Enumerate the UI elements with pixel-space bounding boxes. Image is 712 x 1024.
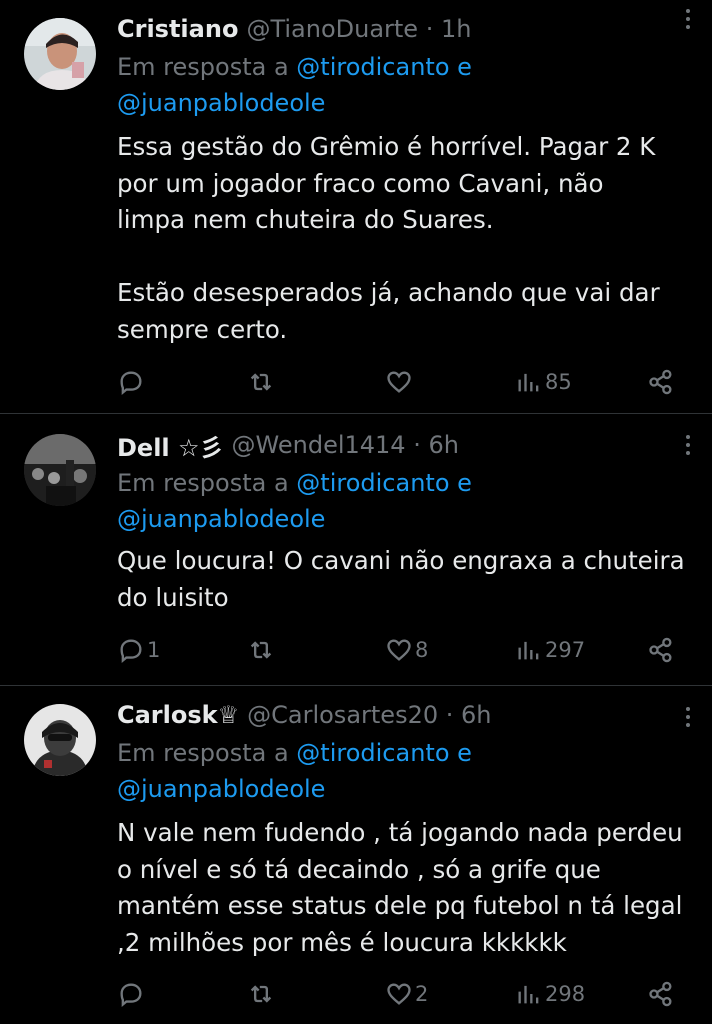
share-button[interactable] [647,980,675,1008]
like-button[interactable]: 8 [385,636,428,664]
like-button[interactable] [385,368,415,396]
handle-and-time[interactable]: @TianoDuarte · 1h [246,15,471,43]
reply-icon [120,371,142,395]
share-icon [649,637,672,663]
reply-button[interactable] [117,980,147,1008]
mention-link[interactable]: @juanpablodeole [117,775,325,803]
retweet-icon [250,985,272,1003]
mention-link[interactable]: @tirodicanto e [296,469,472,497]
like-count: 2 [415,982,429,1006]
tweet-header: Cristiano @TianoDuarte · 1h [117,10,692,48]
tweet-actions: 2 298 [117,976,677,1012]
view-count: 298 [545,982,586,1006]
display-name[interactable]: Carlosk♕ [117,701,239,729]
more-options-button[interactable] [674,702,702,732]
mention-link[interactable]: @juanpablodeole [117,89,325,117]
avatar[interactable] [24,704,96,776]
reply-context: Em resposta a @tirodicanto e @juanpablod… [117,735,692,807]
retweet-icon [250,373,272,391]
share-icon [649,369,672,395]
retweet-button[interactable] [247,368,277,396]
heart-icon [387,639,411,661]
more-options-button[interactable] [674,430,702,460]
tweet-text: Essa gestão do Grêmio é horrível. Pagar … [117,132,660,344]
reply-icon [120,983,142,1007]
share-button[interactable] [647,368,675,396]
views-icon [518,373,539,392]
tweet-text: N vale nem fudendo , tá jogando nada per… [117,818,683,957]
views-icon [518,641,539,660]
handle-and-time[interactable]: @Wendel1414 · 6h [232,431,459,459]
handle-and-time[interactable]: @Carlosartes20 · 6h [247,701,491,729]
avatar[interactable] [24,434,96,506]
reply-count: 1 [147,638,161,662]
reply-button[interactable] [117,368,147,396]
tweet-header: Dell ☆彡 @Wendel1414 · 6h [117,426,692,464]
views-button[interactable]: 297 [515,636,585,664]
avatar[interactable] [24,18,96,90]
display-name[interactable]: Cristiano [117,15,238,43]
tweet-actions: 1 8 297 [117,632,677,668]
mention-link[interactable]: @tirodicanto e [296,739,472,767]
like-button[interactable]: 2 [385,980,428,1008]
tweet[interactable]: Dell ☆彡 @Wendel1414 · 6h Em resposta a @… [0,414,712,686]
share-button[interactable] [647,636,675,664]
retweet-button[interactable] [247,980,277,1008]
reply-button[interactable]: 1 [117,636,160,664]
display-name[interactable]: Dell ☆彡 [117,428,224,463]
heart-icon [387,983,411,1005]
reply-prefix: Em resposta a [117,739,297,767]
views-button[interactable]: 298 [515,980,585,1008]
share-icon [649,981,672,1007]
heart-icon [387,371,411,393]
reply-context: Em resposta a @tirodicanto e @juanpablod… [117,465,692,537]
reply-prefix: Em resposta a [117,469,297,497]
tweet[interactable]: Cristiano @TianoDuarte · 1h Em resposta … [0,0,712,414]
view-count: 297 [545,638,586,662]
reply-icon [120,639,142,663]
more-options-button[interactable] [674,4,702,34]
views-button[interactable]: 85 [515,368,572,396]
reply-context: Em resposta a @tirodicanto e @juanpablod… [117,49,692,121]
mention-link[interactable]: @tirodicanto e [296,53,472,81]
tweet-header: Carlosk♕ @Carlosartes20 · 6h [117,696,692,734]
retweet-icon [250,641,272,659]
mention-link[interactable]: @juanpablodeole [117,505,325,533]
view-count: 85 [545,370,572,394]
tweet[interactable]: Carlosk♕ @Carlosartes20 · 6h Em resposta… [0,686,712,1024]
like-count: 8 [415,638,429,662]
tweet-text: Que loucura! O cavani não engraxa a chut… [117,546,685,612]
tweet-actions: 85 [117,364,677,400]
retweet-button[interactable] [247,636,277,664]
reply-prefix: Em resposta a [117,53,297,81]
views-icon [518,985,539,1004]
